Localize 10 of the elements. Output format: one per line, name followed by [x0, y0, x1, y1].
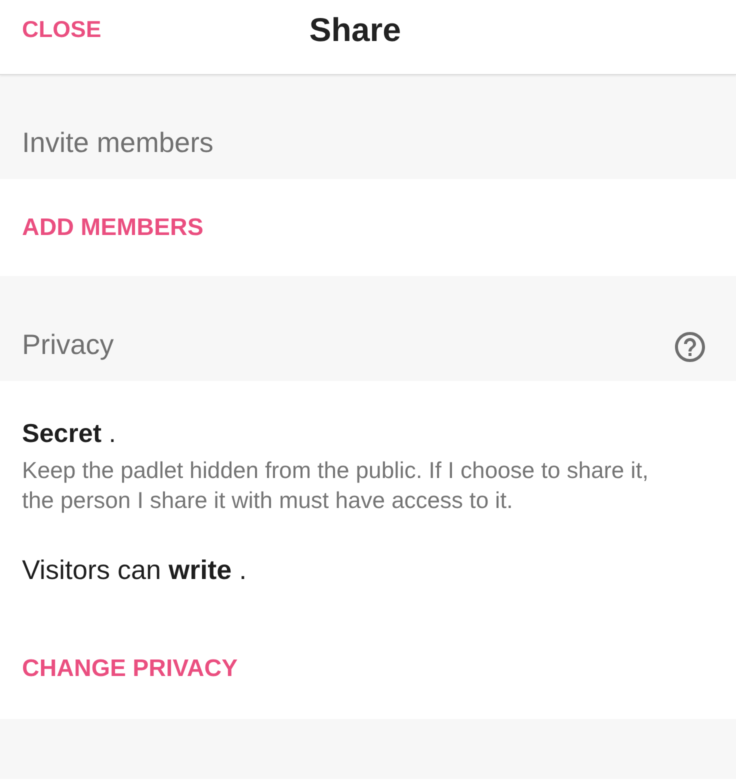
help-icon[interactable]: [675, 332, 705, 362]
section-heading: Privacy: [22, 329, 114, 361]
section-heading: Invite members: [22, 127, 214, 159]
close-button[interactable]: CLOSE: [22, 12, 102, 46]
visitor-permission: Visitors can write .: [22, 554, 247, 586]
privacy-description: Keep the padlet hidden from the public. If I choose to share it, the person I share it with must have access to it.: [22, 456, 650, 515]
add-members-button[interactable]: ADD MEMBERS: [22, 214, 204, 242]
privacy-setting: Secret .: [22, 418, 116, 448]
change-privacy-button[interactable]: CHANGE PRIVACY: [22, 655, 238, 683]
dialog-title: Share: [309, 12, 401, 48]
